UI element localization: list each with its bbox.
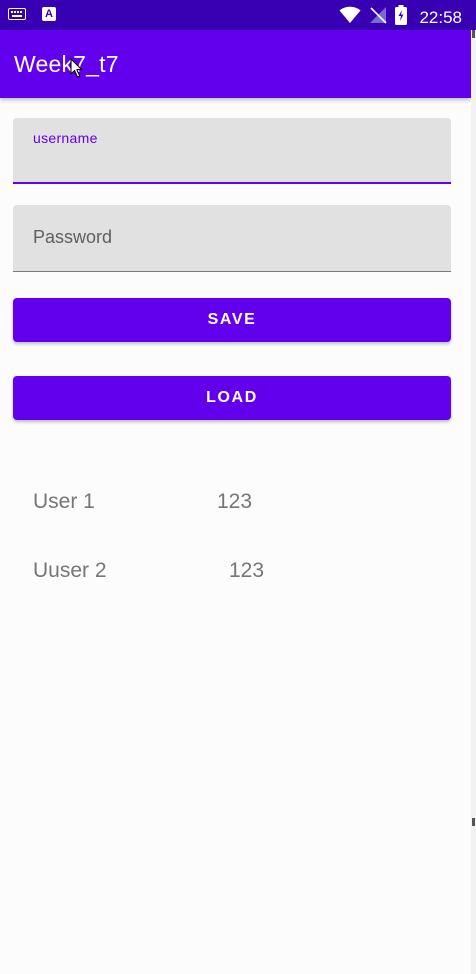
app-notification-icon: A bbox=[42, 7, 56, 21]
app-title: Week7_t7 bbox=[14, 51, 119, 77]
password-field[interactable]: Password bbox=[13, 205, 451, 272]
user-value-1: 123 bbox=[217, 490, 253, 513]
wifi-icon bbox=[339, 6, 361, 29]
signal-off-icon bbox=[369, 6, 388, 29]
load-button[interactable]: LOAD bbox=[13, 376, 451, 420]
edge-mark bbox=[472, 30, 475, 38]
save-button[interactable]: SAVE bbox=[13, 298, 451, 342]
app-screen: A 22:58 Week7_t7 username Password SAVE … bbox=[0, 0, 476, 974]
battery-charging-icon bbox=[395, 5, 408, 30]
edge-mark bbox=[472, 818, 475, 826]
status-bar: A 22:58 bbox=[0, 0, 476, 30]
user-value-2: 123 bbox=[229, 559, 265, 582]
username-label: username bbox=[33, 130, 98, 146]
keyboard-icon bbox=[8, 8, 26, 20]
user-name-2: Uuser 2 bbox=[33, 559, 107, 582]
username-field[interactable]: username bbox=[13, 118, 451, 184]
mouse-cursor-icon bbox=[70, 58, 83, 83]
status-clock: 22:58 bbox=[419, 7, 462, 27]
password-placeholder: Password bbox=[33, 227, 113, 247]
user-name-1: User 1 bbox=[33, 490, 95, 513]
window-edge bbox=[471, 30, 476, 974]
